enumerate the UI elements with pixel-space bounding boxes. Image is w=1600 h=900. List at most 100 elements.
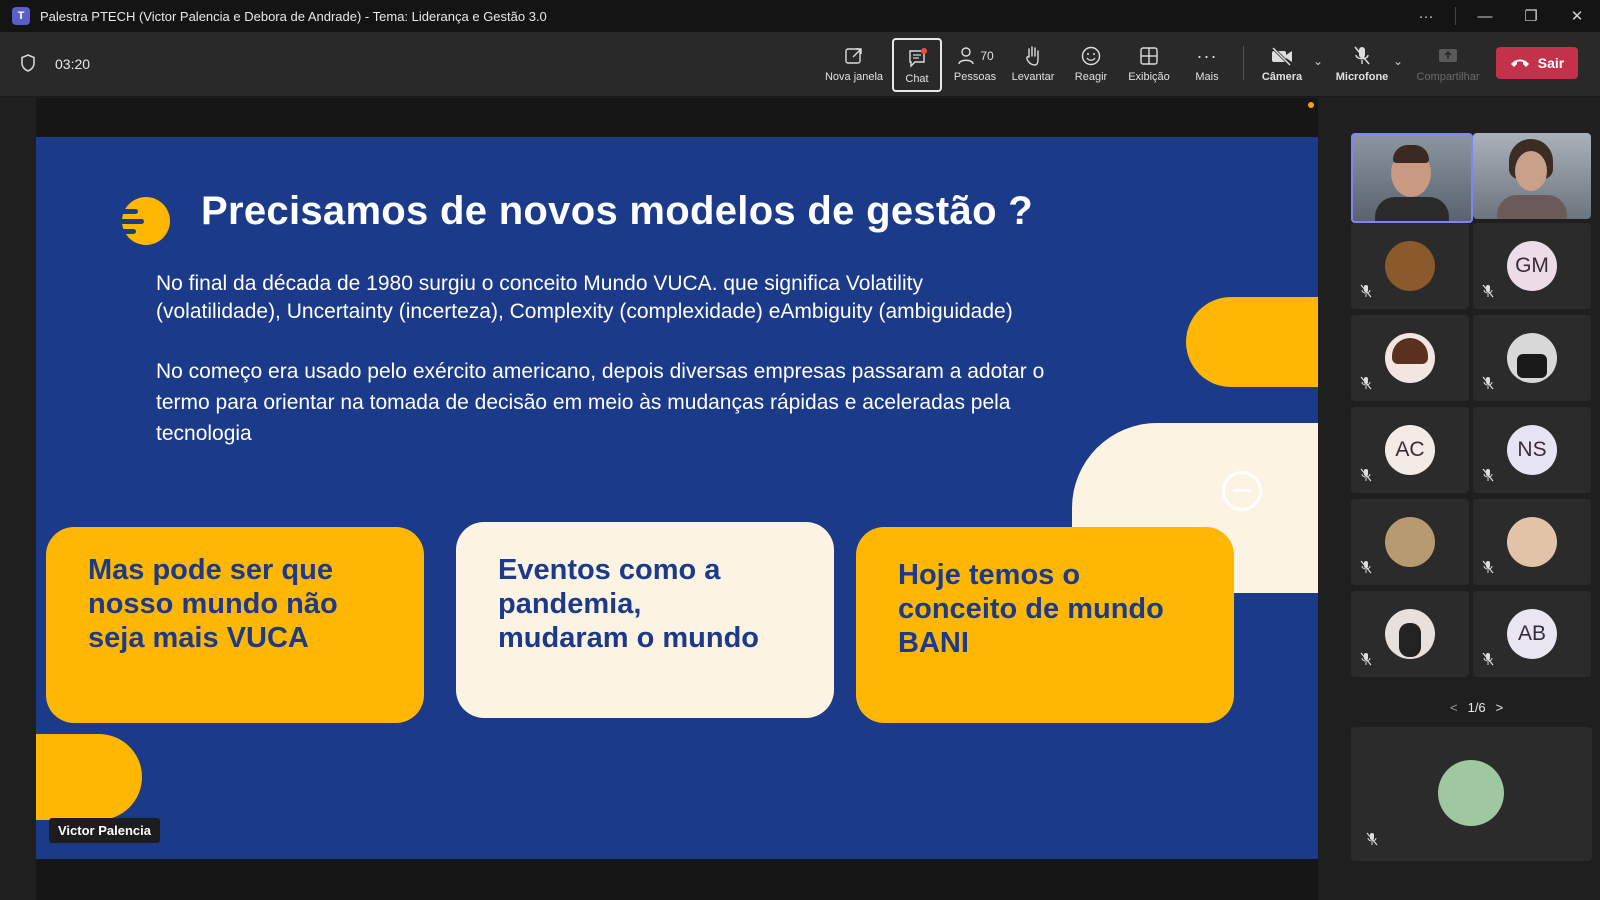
microphone-label: Microfone xyxy=(1335,71,1389,83)
participant-video-tile[interactable] xyxy=(1473,133,1591,219)
mic-muted-icon xyxy=(1481,652,1495,671)
participant-initials-avatar: AB xyxy=(1507,609,1557,659)
text-line: (volatilidade), Uncertainty (incerteza),… xyxy=(156,300,1013,323)
react-button[interactable]: Reagir xyxy=(1068,38,1114,88)
participant-avatar xyxy=(1385,333,1435,383)
participant-tile[interactable] xyxy=(1351,223,1469,309)
new-window-button[interactable]: Nova janela xyxy=(824,38,884,88)
card-line: Eventos como a xyxy=(498,554,721,586)
decorative-yellow-shape-bottom xyxy=(36,734,142,820)
ellipsis-icon: ··· xyxy=(1196,45,1218,66)
card-line: nosso mundo não xyxy=(88,588,338,620)
chat-button[interactable]: Chat xyxy=(892,38,942,92)
card-text: Mas pode ser que nosso mundo não seja ma… xyxy=(88,553,338,655)
camera-label: Câmera xyxy=(1261,71,1303,83)
participant-video-tile[interactable] xyxy=(1351,133,1473,223)
mic-off-icon xyxy=(1352,44,1372,68)
recording-indicator xyxy=(1308,102,1314,108)
chevron-left-icon[interactable]: < xyxy=(1450,700,1458,715)
view-label: Exibição xyxy=(1128,71,1170,83)
people-count: 70 xyxy=(980,49,994,63)
people-label: Pessoas xyxy=(953,71,997,83)
card-line: Hoje temos o xyxy=(898,559,1081,591)
camera-button[interactable]: Câmera xyxy=(1259,38,1305,88)
text-line: No final da década de 1980 surgiu o conc… xyxy=(156,272,923,295)
presentation-slide: Precisamos de novos modelos de gestão ? … xyxy=(36,137,1318,859)
participant-tile[interactable] xyxy=(1473,499,1591,585)
chevron-right-icon[interactable]: > xyxy=(1496,700,1504,715)
more-label: Mais xyxy=(1195,71,1219,83)
participant-avatar xyxy=(1507,517,1557,567)
shield-icon[interactable] xyxy=(20,54,36,77)
participant-initials-avatar: AC xyxy=(1385,425,1435,475)
text-line: termo para orientar na tomada de decisão… xyxy=(156,391,1011,414)
leave-label: Sair xyxy=(1537,55,1565,71)
card-pandemic: Eventos como a pandemia, mudaram o mundo xyxy=(456,522,834,718)
participant-tile[interactable]: AC xyxy=(1351,407,1469,493)
self-preview-tile[interactable] xyxy=(1351,727,1592,861)
minus-circle-icon xyxy=(1222,471,1262,511)
view-button[interactable]: Exibição xyxy=(1126,38,1172,88)
grid-view-icon xyxy=(1139,44,1159,68)
mic-muted-icon xyxy=(1359,468,1373,487)
share-label: Compartilhar xyxy=(1416,71,1480,83)
mic-muted-icon xyxy=(1365,832,1379,851)
leave-button[interactable]: Sair xyxy=(1496,47,1578,79)
window-title: Palestra PTECH (Victor Palencia e Debora… xyxy=(40,8,547,24)
restore-button[interactable]: ❐ xyxy=(1508,7,1554,25)
share-button[interactable]: Compartilhar xyxy=(1416,38,1480,88)
raise-hand-button[interactable]: Levantar xyxy=(1010,38,1056,88)
divider xyxy=(1455,7,1456,25)
hand-icon xyxy=(1023,44,1043,68)
teams-logo-icon: T xyxy=(12,7,30,25)
participant-tile[interactable]: NS xyxy=(1473,407,1591,493)
chat-label: Chat xyxy=(905,73,929,85)
mic-muted-icon xyxy=(1481,468,1495,487)
speed-circle-icon xyxy=(116,195,172,252)
chat-icon xyxy=(906,46,928,70)
card-bani: Hoje temos o conceito de mundo BANI xyxy=(856,527,1234,723)
mic-muted-icon xyxy=(1481,376,1495,395)
people-icon: 70 xyxy=(956,44,994,68)
camera-options-chevron-icon[interactable]: ⌄ xyxy=(1313,54,1323,68)
card-text: Hoje temos o conceito de mundo BANI xyxy=(898,558,1164,660)
raise-hand-label: Levantar xyxy=(1011,71,1055,83)
presenter-name-label: Victor Palencia xyxy=(49,818,160,843)
card-text: Eventos como a pandemia, mudaram o mundo xyxy=(498,553,759,655)
microphone-button[interactable]: Microfone xyxy=(1334,38,1390,88)
close-button[interactable]: ✕ xyxy=(1554,7,1600,25)
participant-initials-avatar: GM xyxy=(1507,241,1557,291)
participant-hair xyxy=(1393,145,1429,163)
minimize-button[interactable]: — xyxy=(1462,8,1508,25)
participant-tile[interactable]: GM xyxy=(1473,223,1591,309)
share-tray-icon xyxy=(1437,44,1459,68)
participant-tile[interactable]: AB xyxy=(1473,591,1591,677)
new-window-label: Nova janela xyxy=(824,71,884,83)
mic-muted-icon xyxy=(1359,376,1373,395)
participant-avatar xyxy=(1385,517,1435,567)
title-bar: T Palestra PTECH (Victor Palencia e Debo… xyxy=(0,0,1600,32)
participant-tile[interactable] xyxy=(1351,315,1469,401)
participant-tile[interactable] xyxy=(1351,499,1469,585)
mic-options-chevron-icon[interactable]: ⌄ xyxy=(1393,54,1403,68)
self-avatar xyxy=(1438,760,1504,826)
military-paragraph: No começo era usado pelo exército americ… xyxy=(156,356,1044,449)
meeting-timer: 03:20 xyxy=(55,56,91,72)
pop-out-icon xyxy=(844,44,864,68)
camera-off-icon xyxy=(1270,44,1294,68)
vuca-paragraph: No final da década de 1980 surgiu o conc… xyxy=(156,270,1013,326)
participant-tile[interactable] xyxy=(1473,315,1591,401)
toolbar-divider xyxy=(1243,46,1244,80)
more-button[interactable]: ··· Mais xyxy=(1184,38,1230,88)
mic-muted-icon xyxy=(1481,284,1495,303)
more-options-button[interactable]: ··· xyxy=(1403,8,1449,25)
card-line: BANI xyxy=(898,627,969,659)
smiley-icon xyxy=(1080,44,1102,68)
mic-muted-icon xyxy=(1359,284,1373,303)
text-line: No começo era usado pelo exército americ… xyxy=(156,360,1045,383)
mic-muted-icon xyxy=(1359,652,1373,671)
participant-tile[interactable] xyxy=(1351,591,1469,677)
slide-title: Precisamos de novos modelos de gestão ? xyxy=(201,189,1033,233)
decorative-yellow-shape xyxy=(1186,297,1318,387)
people-button[interactable]: 70 Pessoas xyxy=(952,38,998,88)
